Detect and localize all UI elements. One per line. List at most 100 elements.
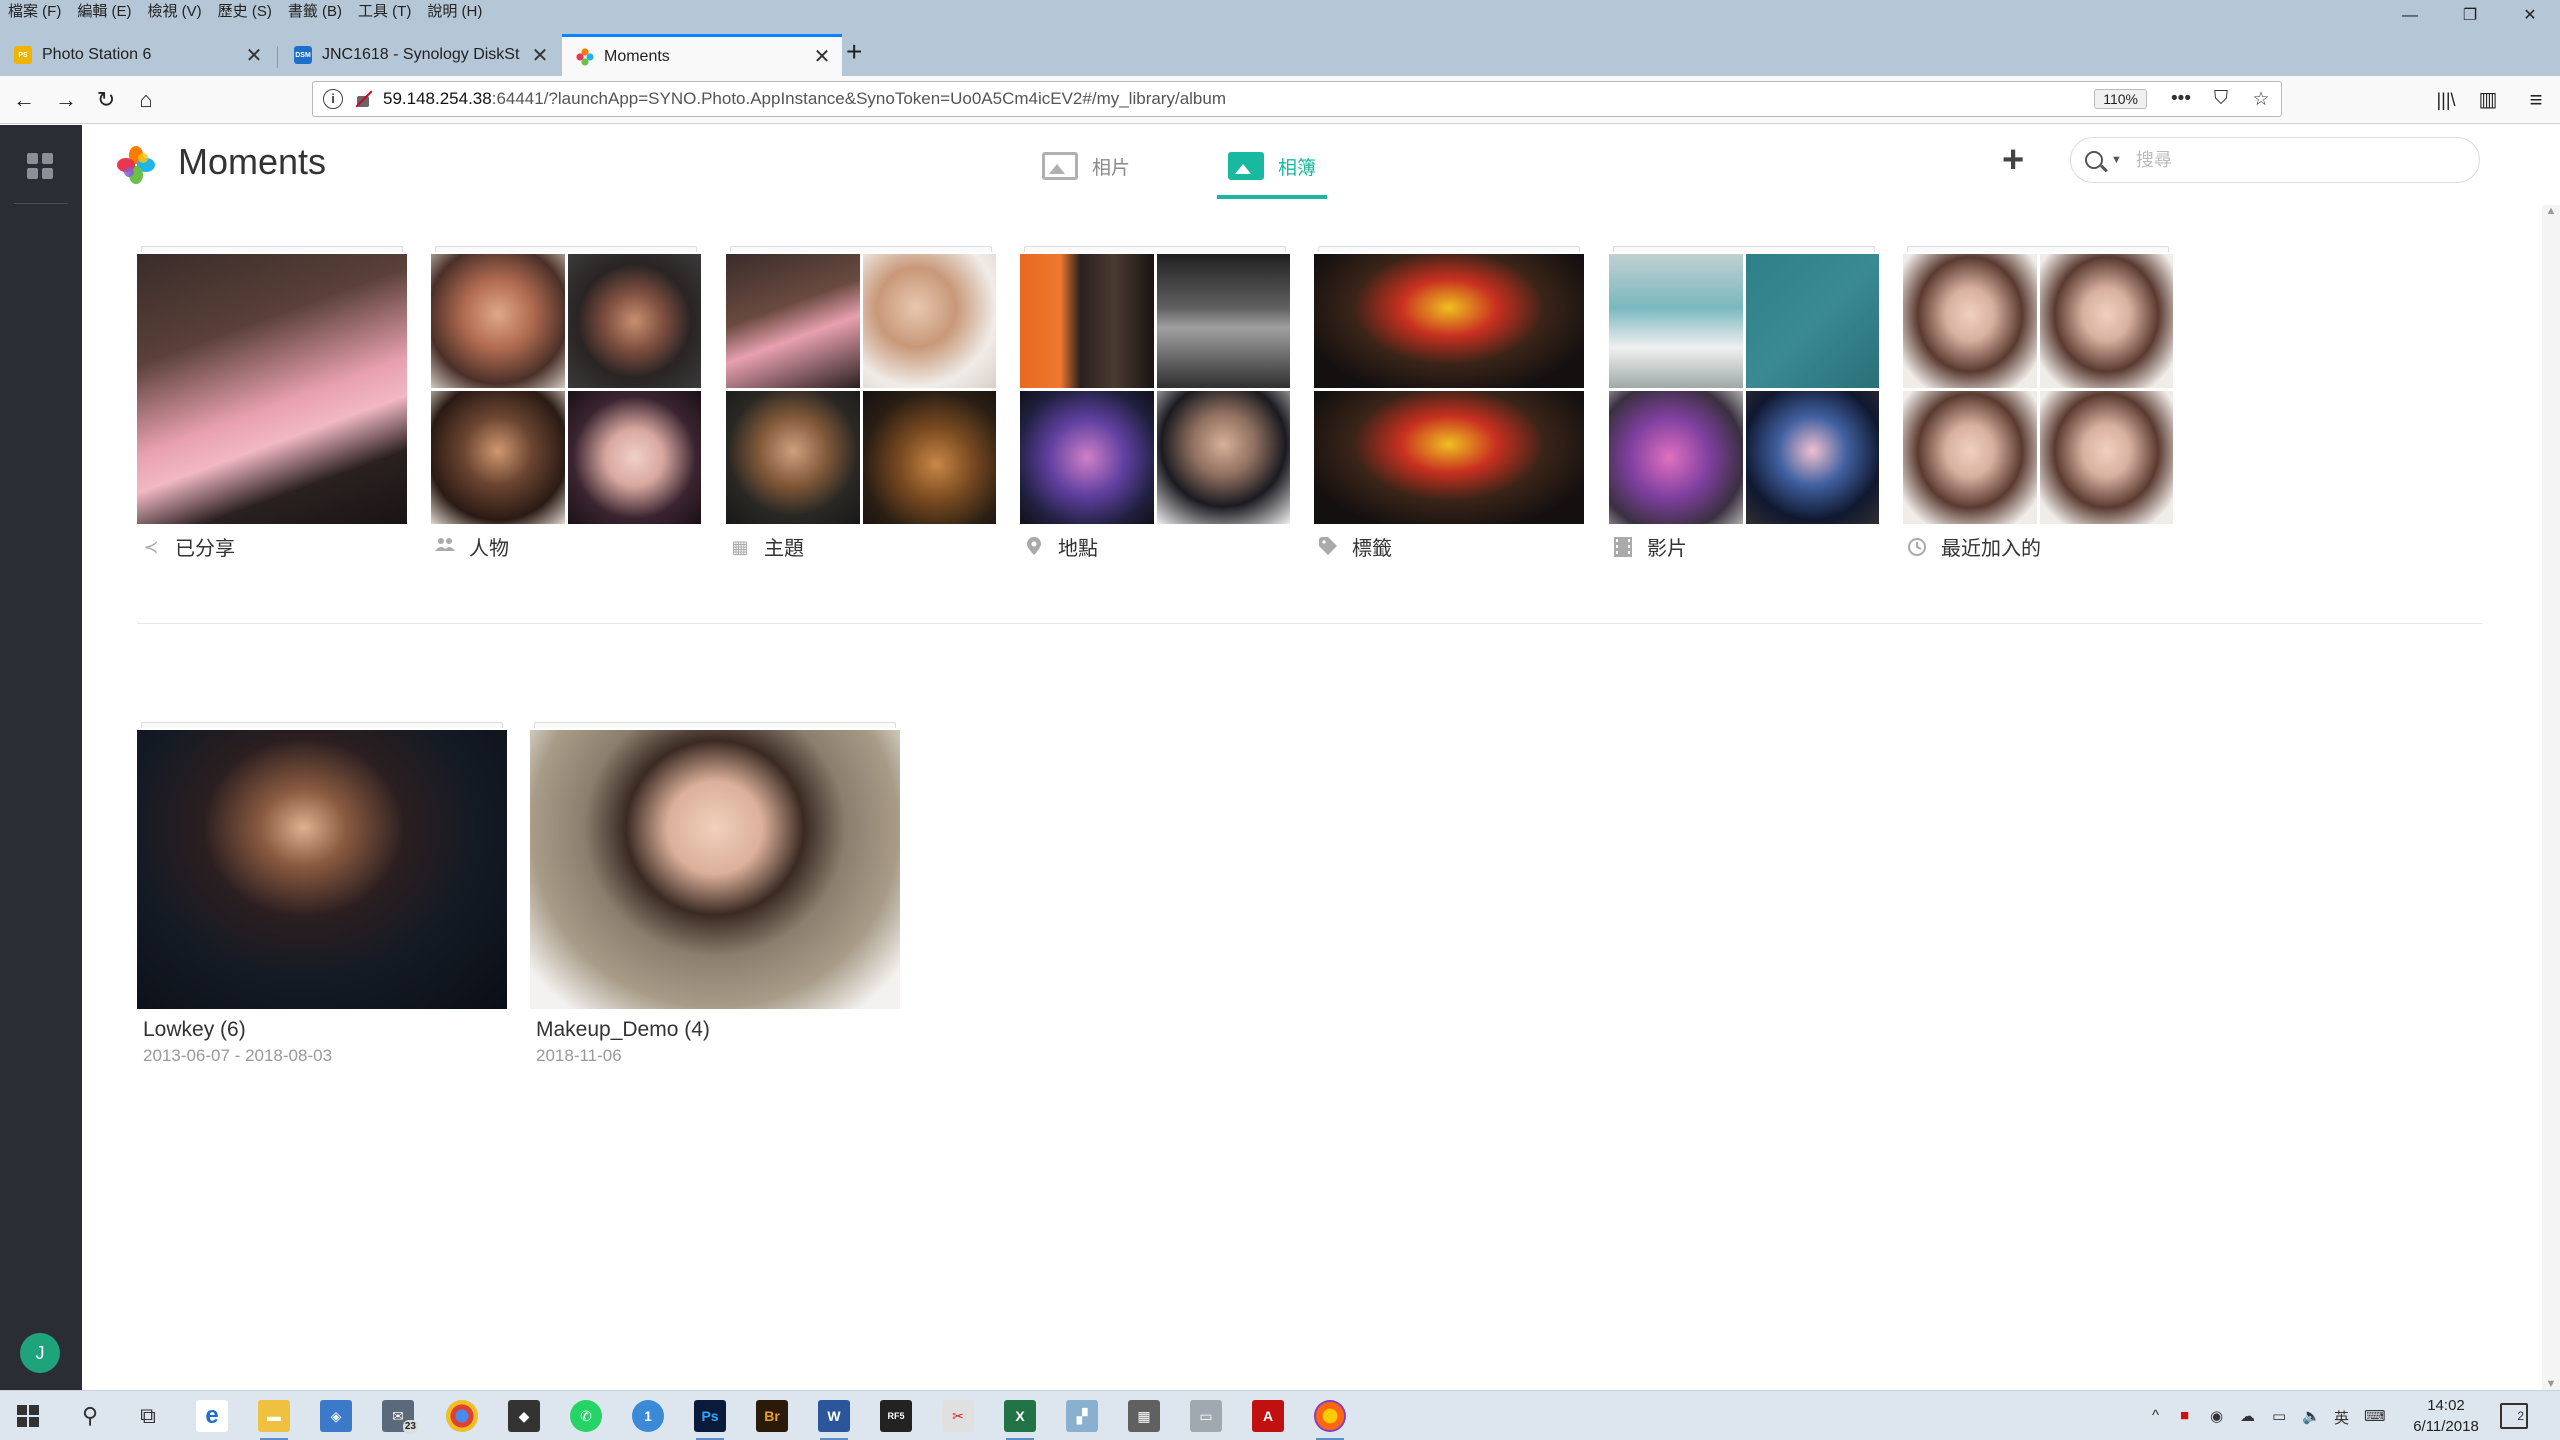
album-cover bbox=[137, 254, 407, 524]
back-button[interactable]: ← bbox=[8, 84, 40, 116]
mail-icon[interactable]: 23 ✉ bbox=[382, 1400, 418, 1434]
album-stack-edge bbox=[1907, 246, 2169, 252]
menu-bar: 檔案 (F) 編輯 (E) 檢視 (V) 歷史 (S) 書籤 (B) 工具 (T… bbox=[0, 0, 2560, 20]
vertical-scrollbar[interactable]: ▲ ▼ bbox=[2542, 205, 2560, 1390]
taskbar: ⚲ ⧉ e ▬ ◈ 23 ✉ ◆ ✆ 1 Ps Br W RF5 ✂ X ▞ ▦ … bbox=[0, 1390, 2560, 1440]
tab-diskstation[interactable]: DSM JNC1618 - Synology DiskStation ✕ bbox=[280, 34, 560, 76]
tab-photo-station[interactable]: PS Photo Station 6 ✕ bbox=[0, 34, 274, 76]
album-cover bbox=[530, 730, 900, 1009]
bridge-icon[interactable]: Br bbox=[756, 1400, 788, 1432]
mail-badge: 23 bbox=[402, 1420, 418, 1434]
menu-history[interactable]: 歷史 (S) bbox=[218, 0, 272, 21]
search-icon[interactable] bbox=[2085, 151, 2103, 169]
excel-icon[interactable]: X bbox=[1004, 1400, 1036, 1440]
tab-photos[interactable]: 相片 bbox=[1042, 145, 1130, 187]
new-tab-button[interactable]: + bbox=[846, 38, 862, 66]
tray-expand-icon[interactable]: ^ bbox=[2152, 1407, 2159, 1424]
search-box[interactable]: ▼ bbox=[2070, 137, 2480, 183]
keyboard-icon[interactable]: ⌨ bbox=[2364, 1407, 2386, 1425]
remote-desktop-icon[interactable]: ▭ bbox=[1190, 1400, 1222, 1432]
tray-record-icon[interactable]: ◉ bbox=[2210, 1407, 2223, 1425]
action-center-icon[interactable]: 2 bbox=[2500, 1403, 2528, 1429]
photo-station-favicon-icon: PS bbox=[14, 46, 32, 64]
close-tab-icon[interactable]: ✕ bbox=[234, 43, 274, 68]
tablet-app-icon[interactable]: ◆ bbox=[508, 1400, 540, 1432]
scroll-down-icon[interactable]: ▼ bbox=[2542, 1378, 2560, 1390]
close-tab-icon[interactable]: ✕ bbox=[520, 43, 560, 68]
pocket-icon[interactable]: ⛉ bbox=[2201, 88, 2241, 110]
main-menu-grid-icon[interactable] bbox=[27, 153, 53, 179]
sidebar-toggle-icon[interactable]: ▥ bbox=[2472, 84, 2504, 116]
insecure-lock-icon bbox=[355, 90, 371, 108]
store-icon[interactable]: ◈ bbox=[320, 1400, 352, 1432]
tab-moments[interactable]: Moments ✕ bbox=[562, 34, 842, 76]
album-cover bbox=[1609, 254, 1879, 524]
firefox-icon[interactable] bbox=[1314, 1400, 1346, 1440]
page-actions-icon[interactable]: ••• bbox=[2161, 88, 2201, 110]
word-icon[interactable]: W bbox=[818, 1400, 850, 1440]
library-icon[interactable]: |||\ bbox=[2430, 84, 2462, 116]
album-cover bbox=[137, 730, 507, 1009]
cutting-app-icon[interactable]: ✂ bbox=[942, 1400, 974, 1432]
moments-logo-icon bbox=[117, 146, 155, 184]
network-icon[interactable]: ▭ bbox=[2272, 1407, 2286, 1425]
file-explorer-icon[interactable]: ▬ bbox=[258, 1400, 290, 1440]
video-icon bbox=[1613, 536, 1633, 557]
scroll-up-icon[interactable]: ▲ bbox=[2542, 205, 2560, 217]
back-arrow-icon: ← bbox=[13, 87, 35, 112]
user-avatar[interactable]: J bbox=[20, 1333, 60, 1373]
onepassword-icon[interactable]: 1 bbox=[632, 1400, 664, 1432]
windows-start-icon[interactable] bbox=[12, 1400, 44, 1432]
album-label-text: 影片 bbox=[1647, 538, 1687, 560]
album-name: Lowkey (6) bbox=[143, 1018, 246, 1041]
search-taskbar-icon[interactable]: ⚲ bbox=[74, 1400, 106, 1432]
hamburger-menu-icon[interactable]: ≡ bbox=[2520, 84, 2552, 116]
system-clock[interactable]: 14:02 6/11/2018 bbox=[2400, 1395, 2492, 1437]
tab-albums-label: 相簿 bbox=[1278, 157, 1317, 179]
nav-bar: ← → ↻ ⌂ i 59.148.254.38:64441/?launchApp… bbox=[0, 76, 2560, 124]
acrobat-icon[interactable]: A bbox=[1252, 1400, 1284, 1432]
menu-file[interactable]: 檔案 (F) bbox=[8, 0, 61, 21]
menu-bookmarks[interactable]: 書籤 (B) bbox=[288, 0, 342, 21]
menu-help[interactable]: 說明 (H) bbox=[427, 0, 482, 21]
ime-indicator[interactable]: 英 bbox=[2334, 1407, 2349, 1428]
rail-divider bbox=[14, 203, 68, 204]
tab-albums[interactable]: 相簿 bbox=[1228, 145, 1316, 187]
rf5-icon[interactable]: RF5 bbox=[880, 1400, 912, 1432]
search-input[interactable] bbox=[2135, 149, 2436, 171]
reload-button[interactable]: ↻ bbox=[90, 84, 122, 116]
album-name: Makeup_Demo (4) bbox=[536, 1018, 710, 1041]
album-date: 2018-11-06 bbox=[536, 1046, 622, 1065]
whatsapp-icon[interactable]: ✆ bbox=[570, 1400, 602, 1432]
subject-icon: ▦ bbox=[731, 536, 749, 557]
address-bar[interactable]: i 59.148.254.38:64441/?launchApp=SYNO.Ph… bbox=[312, 81, 2282, 117]
location-icon bbox=[1024, 536, 1044, 557]
tab-strip: PS Photo Station 6 ✕ DSM JNC1618 - Synol… bbox=[0, 20, 2560, 76]
chevron-down-icon[interactable]: ▼ bbox=[2111, 154, 2122, 166]
photoshop-icon[interactable]: Ps bbox=[694, 1400, 726, 1440]
photo-icon bbox=[1042, 152, 1078, 180]
volume-icon[interactable]: 🔈 bbox=[2302, 1407, 2321, 1425]
task-view-icon[interactable]: ⧉ bbox=[132, 1400, 164, 1432]
chrome-icon[interactable] bbox=[446, 1400, 478, 1432]
calculator-icon[interactable]: ▦ bbox=[1128, 1400, 1160, 1432]
album-label: 標籤 bbox=[1318, 532, 1392, 561]
onedrive-icon[interactable]: ☁ bbox=[2240, 1407, 2255, 1425]
zoom-level[interactable]: 110% bbox=[2094, 89, 2147, 109]
menu-view[interactable]: 檢視 (V) bbox=[148, 0, 202, 21]
add-button[interactable]: + bbox=[2002, 141, 2024, 179]
forward-button[interactable]: → bbox=[50, 84, 82, 116]
home-button[interactable]: ⌂ bbox=[130, 84, 162, 116]
tab-separator bbox=[277, 46, 278, 68]
notes-icon[interactable]: ▞ bbox=[1066, 1400, 1098, 1432]
album-label: 地點 bbox=[1024, 532, 1098, 561]
bookmark-star-icon[interactable]: ☆ bbox=[2241, 88, 2281, 111]
menu-tools[interactable]: 工具 (T) bbox=[358, 0, 411, 21]
tray-app-icon[interactable]: ■ bbox=[2180, 1407, 2189, 1424]
menu-edit[interactable]: 編輯 (E) bbox=[77, 0, 131, 21]
close-tab-icon[interactable]: ✕ bbox=[802, 44, 842, 69]
reload-icon: ↻ bbox=[96, 87, 116, 112]
site-info-icon[interactable]: i bbox=[323, 89, 343, 109]
edge-icon[interactable]: e bbox=[196, 1400, 228, 1432]
url-path: :64441/?launchApp=SYNO.Photo.AppInstance… bbox=[491, 89, 1226, 108]
